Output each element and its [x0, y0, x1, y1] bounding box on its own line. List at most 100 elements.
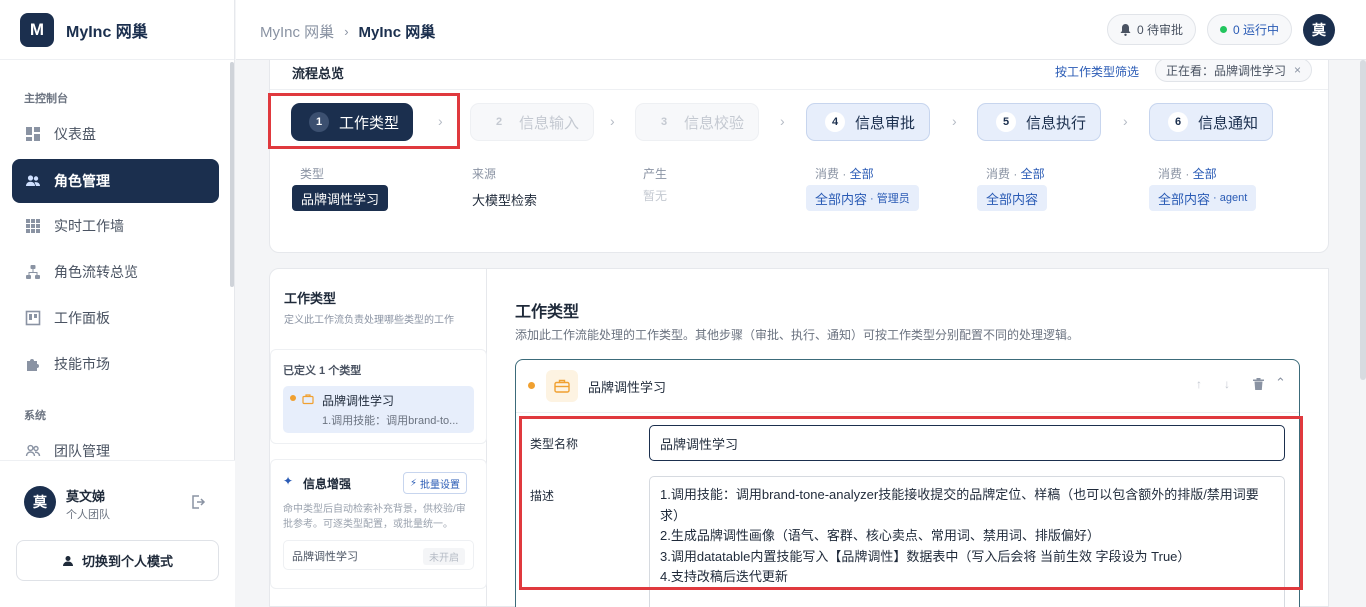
team-icon: [25, 443, 41, 459]
sidebar-item-role-flow[interactable]: 角色流转总览: [12, 250, 219, 294]
running-pill[interactable]: 0 运行中: [1207, 14, 1293, 45]
logout-icon[interactable]: [190, 494, 206, 513]
defined-types-box: 已定义 1 个类型 品牌调性学习 1.调用技能：调用brand-to...: [270, 349, 487, 444]
sidebar-item-label: 角色流转总览: [54, 264, 138, 280]
consume-tag[interactable]: 全部内容: [977, 185, 1048, 211]
batch-settings-button[interactable]: ⚡ 批量设置: [403, 472, 468, 494]
step-info-execute[interactable]: 5 信息执行: [977, 103, 1102, 141]
sidebar-item-label: 角色管理: [54, 173, 110, 189]
col-type-label: 类型: [300, 167, 325, 181]
flow-icon: [25, 264, 41, 280]
content-area: 流程总览 按工作类型筛选 正在看：品牌调性学习 × 1 工作类型 › 2 信息输…: [236, 60, 1366, 607]
user-box: 莫 莫文娣 个人团队 切换到个人模式: [0, 460, 235, 607]
sidebar-item-dashboard[interactable]: 仪表盘: [12, 112, 219, 156]
work-type-list-panel: 工作类型 定义此工作流负责处理哪些类型的工作 已定义 1 个类型 品牌调性学习 …: [269, 268, 487, 607]
brand-name: MyInc 网巢: [66, 23, 148, 41]
editor-desc: 添加此工作流能处理的工作类型。其他步骤（审批、执行、通知）可按工作类型分别配置不…: [515, 328, 1080, 342]
highlight-box: [519, 416, 1303, 590]
step-info-check[interactable]: 3 信息校验: [635, 103, 760, 141]
chevron-right-icon: ›: [1123, 113, 1128, 129]
sidebar-item-work-board[interactable]: 工作面板: [12, 296, 219, 340]
step-info-approval[interactable]: 4 信息审批: [806, 103, 931, 141]
arrow-up-icon[interactable]: ↑: [1196, 377, 1202, 391]
chevron-right-icon: ›: [610, 113, 615, 129]
sidebar-item-label: 实时工作墙: [54, 218, 124, 234]
chevron-right-icon: ›: [780, 113, 785, 129]
step-info-input[interactable]: 2 信息输入: [470, 103, 595, 141]
col-source-label: 来源: [472, 167, 497, 181]
page-scrollbar[interactable]: [1360, 60, 1366, 380]
user-name: 莫文娣: [66, 489, 106, 504]
status-badge: 未开启: [423, 548, 465, 565]
step-info-notify[interactable]: 6 信息通知: [1149, 103, 1274, 141]
section-label-main: 主控制台: [24, 93, 68, 105]
enhance-item[interactable]: 品牌调性学习 未开启: [283, 540, 474, 570]
chevron-right-icon: ›: [952, 113, 957, 129]
col-consume-label: 消费 · 全部: [815, 167, 874, 181]
type-card: 品牌调性学习 ↑ ↓ ⌃ 类型名称 品牌调性学习 描述 1.调用技能：调用bra…: [515, 359, 1303, 607]
produce-value: 暂无: [643, 189, 668, 203]
chevron-right-icon: ›: [344, 24, 349, 39]
type-list-item[interactable]: 品牌调性学习 1.调用技能：调用brand-to...: [283, 386, 474, 433]
arrow-down-icon[interactable]: ↓: [1224, 377, 1230, 391]
type-card-title: 品牌调性学习: [588, 380, 667, 395]
briefcase-icon: [546, 370, 578, 402]
close-icon[interactable]: ×: [1294, 63, 1301, 77]
briefcase-icon: [302, 393, 314, 408]
sidebar-scrollbar[interactable]: [230, 62, 234, 287]
user-team: 个人团队: [66, 509, 110, 521]
sidebar-item-label: 仪表盘: [54, 126, 96, 142]
puzzle-icon: [25, 356, 41, 372]
dashboard-icon: [25, 126, 41, 142]
sidebar-item-live-wall[interactable]: 实时工作墙: [12, 204, 219, 248]
breadcrumb: MyInc 网巢 › MyInc 网巢: [260, 21, 435, 42]
section-label-system: 系统: [24, 410, 46, 422]
highlight-box: [268, 93, 460, 149]
status-dot-icon: [528, 382, 535, 389]
brand-logo: M: [20, 12, 54, 47]
sidebar-item-roles[interactable]: 角色管理: [12, 159, 219, 203]
flow-overview-title: 流程总览: [292, 66, 345, 81]
pending-approval-pill[interactable]: 0 待审批: [1107, 14, 1197, 45]
info-enhance-box: ✦ 信息增强 ⚡ 批量设置 命中类型后自动检索补充背景，供校验/审批参考。可逐类型…: [270, 459, 487, 589]
sidebar-item-skill-market[interactable]: 技能市场: [12, 342, 219, 386]
topbar-avatar[interactable]: 莫: [1303, 14, 1335, 46]
grid-icon: [25, 218, 41, 234]
filter-by-type-link[interactable]: 按工作类型筛选: [1055, 63, 1139, 80]
panel-desc: 定义此工作流负责处理哪些类型的工作: [284, 315, 454, 326]
switch-personal-mode-button[interactable]: 切换到个人模式: [16, 540, 219, 581]
consume-tag[interactable]: 全部内容 · agent: [1149, 185, 1257, 211]
user-icon: [62, 555, 74, 567]
divider: [270, 89, 1328, 90]
col-consume-label: 消费 · 全部: [986, 167, 1045, 181]
board-icon: [25, 310, 41, 326]
col-consume-label: 消费 · 全部: [1158, 167, 1217, 181]
col-produce-label: 产生: [643, 167, 668, 181]
chevron-up-icon[interactable]: ⌃: [1275, 375, 1286, 391]
status-dot-icon: [290, 395, 296, 401]
consume-tag[interactable]: 全部内容 · 管理员: [806, 185, 919, 211]
sidebar: M MyInc 网巢 主控制台 仪表盘 角色管理 实时工作墙 角色流转总览 工作…: [0, 0, 235, 607]
users-icon: [25, 173, 41, 189]
type-tag[interactable]: 品牌调性学习: [292, 185, 389, 211]
panel-title: 工作类型: [284, 291, 337, 306]
breadcrumb-current: MyInc 网巢: [358, 24, 436, 41]
flow-overview-card: 流程总览 按工作类型筛选 正在看：品牌调性学习 × 1 工作类型 › 2 信息输…: [268, 60, 1329, 253]
bell-icon: [1120, 23, 1131, 36]
status-dot-icon: [1220, 26, 1227, 33]
current-filter-chip[interactable]: 正在看：品牌调性学习 ×: [1155, 60, 1313, 82]
sparkle-icon: ✦: [283, 474, 294, 488]
topbar: MyInc 网巢 › MyInc 网巢 0 待审批 0 运行中 莫: [236, 0, 1366, 60]
source-value: 大模型检索: [472, 193, 538, 208]
sidebar-item-label: 团队管理: [54, 443, 110, 459]
sidebar-item-label: 技能市场: [54, 356, 110, 372]
user-avatar[interactable]: 莫: [24, 486, 56, 518]
trash-icon[interactable]: [1253, 378, 1264, 393]
breadcrumb-root[interactable]: MyInc 网巢: [260, 21, 334, 42]
divider: [516, 412, 1299, 413]
editor-title: 工作类型: [515, 304, 580, 321]
bolt-icon: ⚡: [410, 477, 418, 489]
sidebar-item-label: 工作面板: [54, 310, 110, 326]
brand[interactable]: M MyInc 网巢: [0, 0, 234, 60]
work-type-editor-panel: 工作类型 添加此工作流能处理的工作类型。其他步骤（审批、执行、通知）可按工作类型…: [487, 268, 1329, 607]
